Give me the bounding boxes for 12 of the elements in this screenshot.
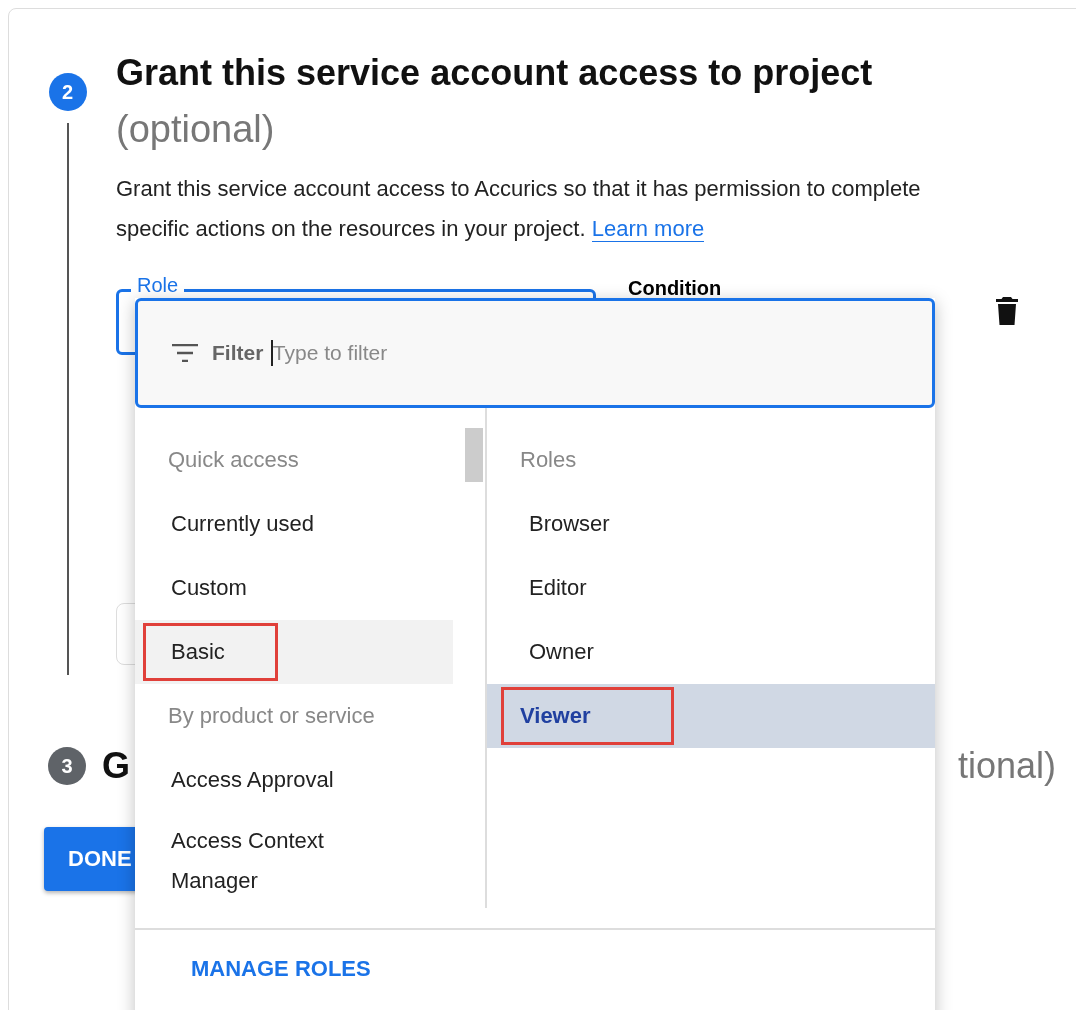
step-title: Grant this service account access to project [116,51,874,95]
condition-label: Condition [628,277,722,299]
step-number: 3 [48,747,86,785]
optional-label: (optional) [116,107,276,152]
step-title: tional) [957,745,1056,787]
section-header: Roles [519,446,578,474]
step-number: 2 [48,73,87,111]
filter-label: Filter [212,341,264,365]
section-header: Quick access [167,446,300,474]
section-header: By product or service [167,702,376,730]
step-title: G [102,745,130,787]
step-description: Grant this service account access to Accurics so that it has permission to complete specific actions on the resources in your project. Learn more [116,175,922,244]
